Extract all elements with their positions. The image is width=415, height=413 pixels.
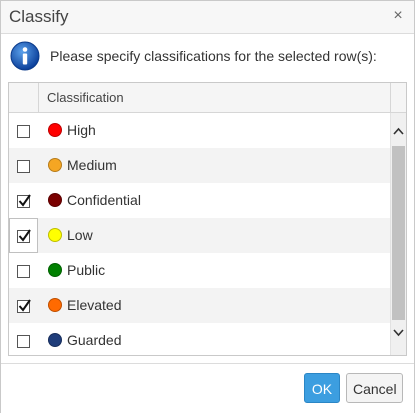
classification-label: Public: [67, 262, 106, 278]
classification-label: Low: [67, 227, 93, 243]
grid-row[interactable]: Low: [9, 218, 391, 253]
row-checkbox[interactable]: [17, 194, 31, 208]
checkbox-cell[interactable]: [9, 183, 38, 218]
header-checkbox-column: [9, 83, 39, 112]
classification-color-dot-icon: [48, 158, 62, 172]
checkbox-cell[interactable]: [9, 113, 38, 148]
info-icon: [10, 41, 40, 71]
cancel-button[interactable]: Cancel: [346, 373, 403, 403]
row-checkbox[interactable]: [17, 160, 30, 173]
row-checkbox[interactable]: [17, 299, 31, 313]
classification-color-dot-icon: [48, 228, 62, 242]
row-checkbox[interactable]: [17, 335, 30, 348]
scroll-up-arrow[interactable]: [391, 121, 406, 141]
checkbox-cell[interactable]: [9, 218, 38, 253]
dialog-title: Classify: [9, 7, 69, 26]
grid-row[interactable]: Confidential: [9, 183, 391, 218]
classification-grid: Classification High Medium Confidential Low…: [8, 82, 407, 356]
close-icon[interactable]: ×: [388, 6, 408, 26]
grid-row[interactable]: Public: [9, 253, 391, 288]
checkbox-cell[interactable]: [9, 323, 38, 355]
dialog-footer: OK Cancel: [1, 363, 414, 413]
classification-label: Confidential: [67, 192, 141, 208]
checkbox-cell[interactable]: [9, 288, 38, 323]
grid-row[interactable]: High: [9, 113, 391, 148]
chevron-down-icon: [393, 329, 404, 337]
classification-color-dot-icon: [48, 123, 62, 137]
info-message: Please specify classifications for the s…: [50, 48, 377, 64]
scroll-down-arrow[interactable]: [391, 323, 406, 343]
grid-header: Classification: [9, 83, 406, 113]
row-checkbox[interactable]: [17, 229, 31, 243]
checkmark-icon: [18, 194, 31, 207]
row-checkbox[interactable]: [17, 265, 30, 278]
checkmark-icon: [18, 299, 31, 312]
scroll-thumb[interactable]: [392, 146, 405, 320]
classification-label: Elevated: [67, 297, 122, 313]
checkmark-icon: [18, 229, 31, 242]
dialog-titlebar: Classify ×: [1, 1, 414, 34]
column-header-classification[interactable]: Classification: [47, 90, 124, 105]
classification-color-dot-icon: [48, 263, 62, 277]
classification-label: Guarded: [67, 332, 122, 348]
grid-row[interactable]: Medium: [9, 148, 391, 183]
classification-color-dot-icon: [48, 333, 62, 347]
classification-label: High: [67, 122, 96, 138]
chevron-up-icon: [393, 127, 404, 135]
classification-label: Medium: [67, 157, 117, 173]
row-checkbox[interactable]: [17, 125, 30, 138]
grid-rows: High Medium Confidential Low Public Elevated G…: [9, 113, 391, 355]
vertical-scrollbar[interactable]: [390, 113, 406, 355]
info-message-row: Please specify classifications for the s…: [10, 41, 410, 71]
checkbox-cell[interactable]: [9, 148, 38, 183]
grid-row[interactable]: Guarded: [9, 323, 391, 355]
checkbox-cell[interactable]: [9, 253, 38, 288]
grid-row[interactable]: Elevated: [9, 288, 391, 323]
header-scroll-spacer: [390, 83, 406, 112]
classify-dialog: Classify × Please specify classification…: [0, 0, 415, 413]
classification-color-dot-icon: [48, 193, 62, 207]
ok-button[interactable]: OK: [304, 373, 340, 403]
classification-color-dot-icon: [48, 298, 62, 312]
